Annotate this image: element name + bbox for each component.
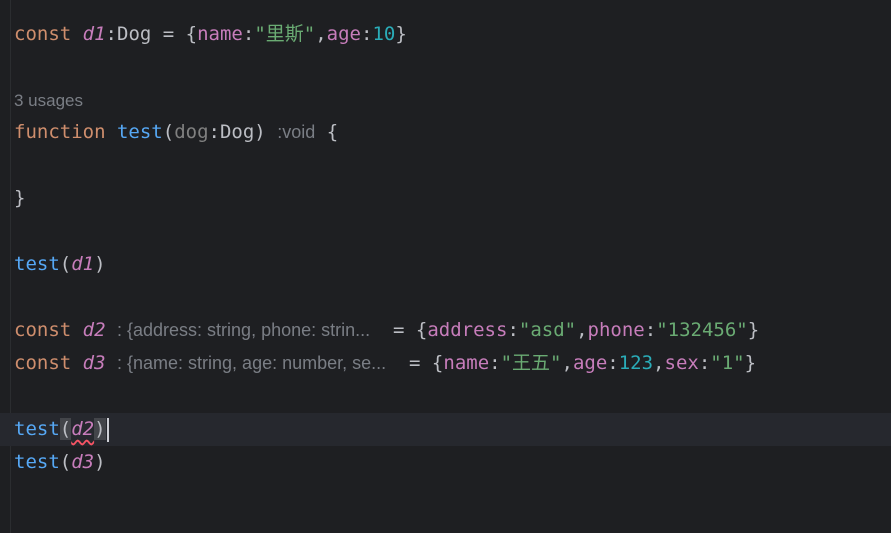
punctuation: : [607,352,619,374]
function-name: test [116,121,163,143]
punctuation: = { [409,352,444,374]
punctuation: , [653,352,665,374]
return-type-hint: :void [277,122,316,142]
punctuation: } [395,23,407,45]
punctuation: ) [94,253,106,275]
code-line-1[interactable]: const d1:Dog = {name:"里斯",age:10} [14,18,407,51]
property-name: name [197,23,243,45]
number-literal: 10 [372,23,396,45]
property-name: sex [664,352,699,374]
punctuation: ) [254,121,266,143]
matched-paren: ) [94,418,106,440]
punctuation: ) [94,451,106,473]
type-hint: : {address: string, phone: strin... [117,320,371,340]
property-name: age [572,352,608,374]
usages-hint[interactable]: 3 usages [14,86,83,116]
punctuation: = { [151,23,198,45]
punctuation: { [326,121,339,143]
keyword: function [14,121,106,143]
function-call: test [14,418,60,440]
punctuation: : [644,319,657,341]
property-name: address [427,319,508,341]
code-line-function[interactable]: function test(dog:Dog) :void { [14,116,338,149]
variable-name: d1 [82,23,106,45]
argument: d3 [71,451,95,473]
variable-name: d3 [82,352,106,374]
matched-paren: ( [59,418,72,440]
keyword: const [14,319,72,341]
property-name: phone [587,319,645,341]
punctuation: : [507,319,519,341]
string-literal: "1" [710,352,745,374]
type-name: Dog [219,121,255,143]
punctuation: : [242,23,255,45]
keyword: const [14,352,72,374]
string-literal: "132456" [656,319,748,341]
punctuation: : [698,352,711,374]
number-literal: 123 [618,352,654,374]
punctuation: ( [59,451,72,473]
string-literal: "asd" [518,319,577,341]
punctuation: ( [59,253,72,275]
punctuation: , [561,352,573,374]
punctuation: } [14,187,26,209]
type-hint: : {name: string, age: number, se... [117,353,387,373]
text-caret [106,417,109,442]
punctuation: , [576,319,588,341]
function-call: test [14,253,60,275]
punctuation: : [105,23,117,45]
code-line-call-d3[interactable]: test(d3) [14,446,106,479]
code-line-call-d1[interactable]: test(d1) [14,248,106,281]
code-line-d3[interactable]: const d3 : {name: string, age: number, s… [14,347,756,380]
type-name: Dog [117,23,152,45]
code-line-call-d2[interactable]: test(d2) [14,413,109,446]
string-literal: "王五" [500,352,562,374]
property-name: age [326,23,361,45]
gutter-divider [10,0,11,533]
punctuation: ( [162,121,175,143]
argument: d1 [71,253,95,275]
punctuation: : [489,352,501,374]
code-editor[interactable]: const d1:Dog = {name:"里斯",age:10} 3 usag… [0,0,891,533]
parameter-name: dog [174,121,209,143]
punctuation: = { [393,319,428,341]
punctuation: : [208,121,220,143]
current-line-highlight [0,413,891,446]
error-argument[interactable]: d2 [71,418,94,440]
code-line-closing-brace[interactable]: } [14,182,25,215]
punctuation: : [360,23,373,45]
variable-name: d2 [82,319,106,341]
punctuation: } [747,319,760,341]
string-literal: "里斯" [254,23,316,45]
property-name: name [443,352,490,374]
code-line-d2[interactable]: const d2 : {address: string, phone: stri… [14,314,759,347]
punctuation: } [744,352,757,374]
function-call: test [14,451,60,473]
punctuation: , [315,23,327,45]
keyword: const [14,23,72,45]
